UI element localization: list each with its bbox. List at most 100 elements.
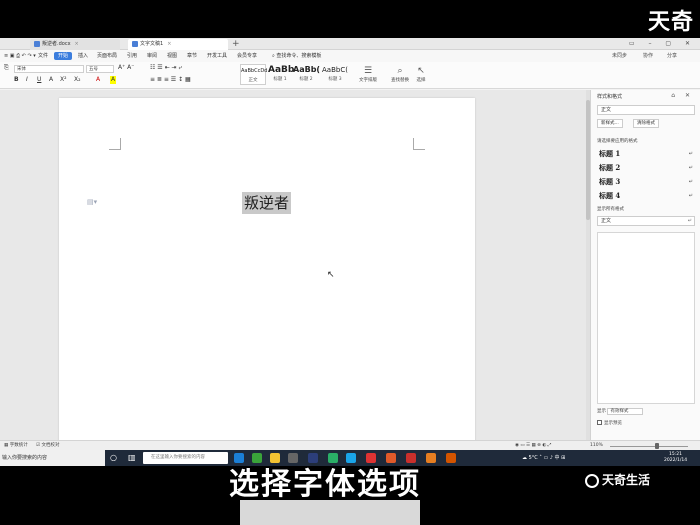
bold-button[interactable]: B bbox=[14, 76, 19, 84]
zoom-level[interactable]: 110% bbox=[590, 442, 603, 450]
highlight-button[interactable]: A bbox=[110, 76, 117, 84]
wps-icon[interactable] bbox=[366, 453, 376, 463]
preview-label: 显示预览 bbox=[604, 421, 622, 426]
style-heading-3[interactable]: AaBbC( 标题 3 bbox=[320, 64, 350, 83]
menu-references[interactable]: 引用 bbox=[127, 52, 137, 60]
menu-view[interactable]: 视图 bbox=[167, 52, 177, 60]
app-icon[interactable] bbox=[406, 453, 416, 463]
strikethrough-button[interactable]: A bbox=[49, 76, 53, 84]
photoshop-icon[interactable] bbox=[308, 453, 318, 463]
qq-icon[interactable] bbox=[346, 453, 356, 463]
style-heading-2[interactable]: AaBb( 标题 2 bbox=[293, 64, 320, 83]
text-layout-button[interactable]: ☰ 文字排版 bbox=[356, 65, 380, 83]
underline-button[interactable]: U bbox=[37, 76, 41, 84]
menu-chapter[interactable]: 章节 bbox=[187, 52, 197, 60]
close-icon[interactable]: × bbox=[75, 41, 79, 47]
quick-access-icons[interactable]: ≡ ▣ ⎙ ↶ ↷ ▾ bbox=[4, 52, 36, 60]
return-icon: ↵ bbox=[688, 193, 693, 199]
word-count-label: 字数统计 bbox=[9, 443, 28, 448]
app-icon[interactable] bbox=[386, 453, 396, 463]
menu-review[interactable]: 审阅 bbox=[147, 52, 157, 60]
taskbar-clock[interactable]: 15:21 2022/1/14 bbox=[664, 452, 687, 464]
find-replace-button[interactable]: ⌕ 查找替换 bbox=[387, 65, 413, 83]
menu-file[interactable]: 文件 bbox=[38, 52, 48, 60]
style-item-heading-3[interactable]: 标题 3 ↵ bbox=[599, 176, 693, 188]
weather-widget[interactable]: ☁ 5°C ˄ ▭ ♪ 中 ⊞ bbox=[522, 454, 565, 462]
crop-mark bbox=[413, 138, 425, 150]
new-style-button[interactable]: 新样式... bbox=[597, 119, 623, 128]
new-tab-icon[interactable]: + bbox=[232, 38, 240, 50]
menu-page-layout[interactable]: 页面布局 bbox=[97, 52, 117, 60]
collaborate-button[interactable]: 协作 bbox=[643, 52, 653, 60]
preview-checkbox[interactable] bbox=[597, 420, 602, 425]
font-name-select[interactable]: 宋体 bbox=[14, 65, 84, 73]
edge-icon[interactable] bbox=[234, 453, 244, 463]
command-search-label: 查找命令、搜索模板 bbox=[276, 53, 322, 59]
paste-icon[interactable]: ⎘ bbox=[4, 64, 9, 72]
show-filter[interactable]: 显示 有效样式 bbox=[597, 408, 644, 415]
clear-format-button[interactable]: 清除格式 bbox=[633, 119, 659, 128]
font-grow-icon[interactable]: A⁺ A⁻ bbox=[118, 64, 134, 72]
weather-temp: 5°C bbox=[528, 455, 538, 461]
style-list-area[interactable] bbox=[597, 232, 695, 404]
cortana-icon[interactable]: ○ bbox=[110, 453, 117, 463]
tool-label: 选择 bbox=[416, 78, 426, 83]
menu-insert[interactable]: 插入 bbox=[78, 52, 88, 60]
window-controls[interactable]: ▭ – ▢ ✕ bbox=[629, 38, 696, 50]
selected-document-text[interactable]: 叛逆者 bbox=[242, 192, 292, 214]
screen: 天奇 叛逆者.docx × 文字文稿1 × + ▭ – ▢ ✕ ≡ ▣ ⎙ ↶ ↷ … bbox=[0, 0, 700, 525]
view-mode-icons[interactable]: ◉ ▭ ☰ ▦ ⊕ ◐ ⤢ bbox=[515, 442, 551, 450]
paragraph-handle-icon[interactable]: ▤▾ bbox=[87, 198, 97, 206]
style-item-label: 标题 3 bbox=[599, 177, 621, 186]
style-item-heading-2[interactable]: 标题 2 ↵ bbox=[599, 162, 693, 174]
word-doc-icon bbox=[132, 40, 138, 47]
store-icon[interactable] bbox=[288, 453, 298, 463]
taskbar-search-input[interactable]: 在这里输入你要搜索的内容 bbox=[143, 452, 228, 464]
style-item-heading-1[interactable]: 标题 1 ↵ bbox=[599, 148, 693, 160]
zoom-slider[interactable] bbox=[610, 446, 688, 447]
zoom-slider-knob[interactable] bbox=[655, 443, 659, 449]
menu-home[interactable]: 开始 bbox=[54, 52, 73, 60]
font-color-button[interactable]: A bbox=[96, 76, 100, 84]
sync-status[interactable]: 未同步 bbox=[612, 52, 627, 60]
body-style-field[interactable]: 正文 ↵ bbox=[597, 216, 695, 226]
app-icon[interactable] bbox=[426, 453, 436, 463]
show-all-formats-label[interactable]: 显示所有格式 bbox=[597, 206, 624, 212]
explorer-icon[interactable] bbox=[270, 453, 280, 463]
panel-controls[interactable]: ⌂ ✕ bbox=[671, 92, 694, 99]
menu-member[interactable]: 会员专享 bbox=[237, 52, 257, 60]
style-heading-1[interactable]: AaBb 标题 1 bbox=[268, 64, 294, 83]
wechat-icon[interactable] bbox=[328, 453, 338, 463]
watermark-top: 天奇 bbox=[647, 10, 694, 35]
document-area[interactable]: ▤▾ 叛逆者 ↖ bbox=[0, 90, 590, 443]
pointer-icon: ↖ bbox=[417, 66, 425, 76]
current-style-field[interactable]: 正文 bbox=[597, 105, 695, 115]
app-icon[interactable] bbox=[446, 453, 456, 463]
font-size-select[interactable]: 五号 bbox=[86, 65, 114, 73]
subscript-button[interactable]: X₂ bbox=[74, 76, 81, 84]
preview-toggle[interactable]: 显示预览 bbox=[597, 420, 622, 426]
browser-icon[interactable] bbox=[252, 453, 262, 463]
menu-developer[interactable]: 开发工具 bbox=[207, 52, 227, 60]
current-style-value: 正文 bbox=[601, 107, 612, 113]
superscript-button[interactable]: X² bbox=[60, 76, 67, 84]
style-normal[interactable]: AaBbCcDd 正文 bbox=[240, 64, 267, 85]
styles-panel: 样式和格式 ⌂ ✕ 正文 新样式... 清除格式 请选择要应用的格式 标题 1 ↵… bbox=[590, 90, 700, 440]
share-button[interactable]: 分享 bbox=[667, 52, 677, 60]
task-view-icon[interactable]: ▥ bbox=[128, 453, 136, 463]
select-button[interactable]: ↖ 选择 bbox=[414, 65, 428, 83]
check-icon: ☑ bbox=[36, 443, 41, 448]
italic-button[interactable]: I bbox=[26, 76, 28, 84]
tab-document-1[interactable]: 叛逆者.docx × bbox=[30, 39, 120, 50]
proofread[interactable]: ☑ 文档校对 bbox=[36, 442, 59, 450]
tab-document-2[interactable]: 文字文稿1 × bbox=[128, 39, 228, 50]
command-search[interactable]: ⌕ 查找命令、搜索模板 bbox=[272, 52, 321, 60]
list-icons[interactable]: ☷ ☰ ⇤ ⇥ ⤶ bbox=[150, 64, 182, 72]
style-item-heading-4[interactable]: 标题 4 ↵ bbox=[599, 190, 693, 202]
word-count[interactable]: ▦ 字数统计 bbox=[4, 442, 28, 450]
close-icon[interactable]: × bbox=[167, 41, 171, 47]
align-icons[interactable]: ≡ ≣ ≡ ☰ ↕ ▦ bbox=[150, 76, 191, 84]
word-doc-icon bbox=[34, 40, 40, 47]
document-page[interactable]: ▤▾ 叛逆者 ↖ bbox=[59, 98, 475, 443]
show-filter-select[interactable]: 有效样式 bbox=[607, 408, 644, 415]
